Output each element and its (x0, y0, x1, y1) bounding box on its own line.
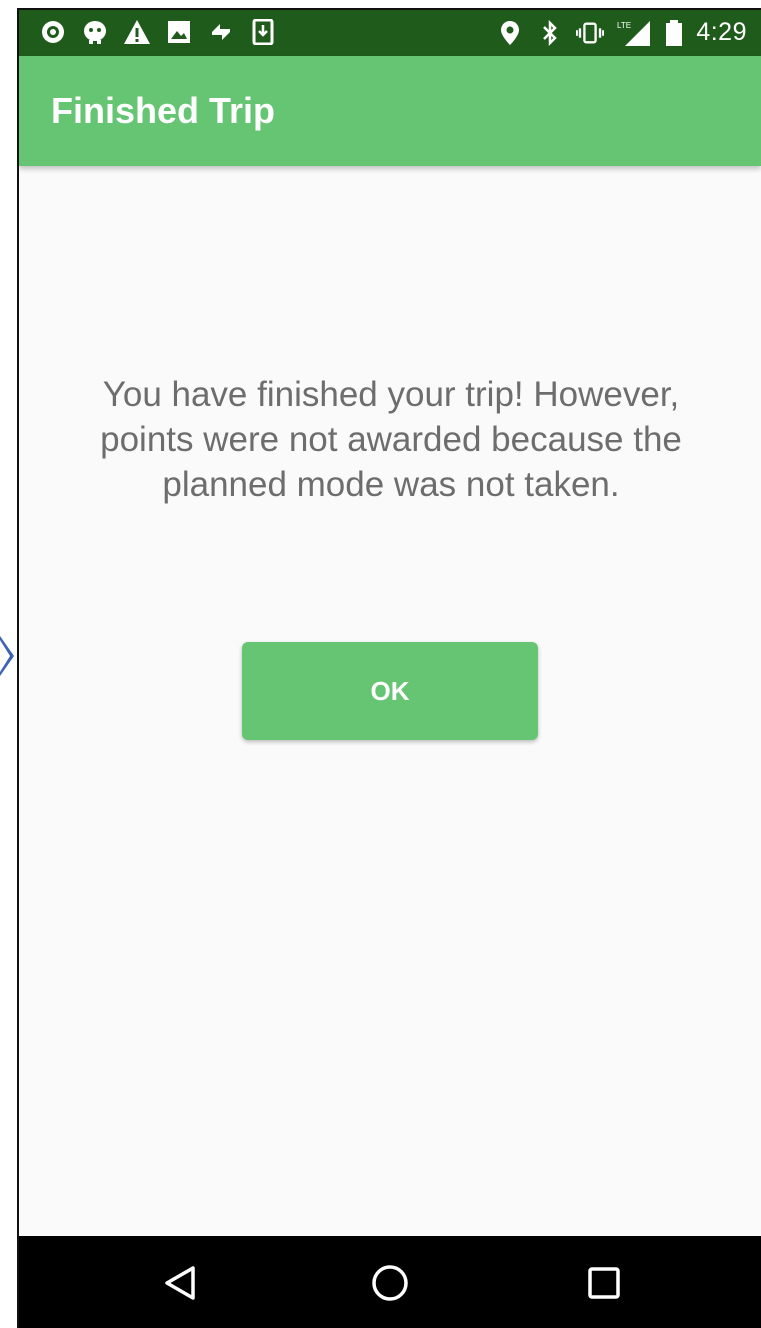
phone-screen: LTE 4:29 Finished Trip You have finished… (17, 8, 761, 1328)
ok-button[interactable]: OK (242, 642, 538, 740)
bluetooth-icon (536, 19, 564, 47)
download-icon (249, 18, 277, 46)
status-icons-left (39, 18, 277, 46)
battery-icon (664, 19, 684, 47)
lte-signal-icon: LTE (616, 19, 652, 47)
sync-icon (207, 18, 235, 46)
screenshot: LTE 4:29 Finished Trip You have finished… (0, 0, 761, 1328)
back-icon[interactable] (155, 1258, 205, 1308)
status-icons-right: LTE 4:29 (496, 18, 747, 47)
notification-b-icon (81, 18, 109, 46)
status-bar: LTE 4:29 (19, 10, 761, 56)
image-icon (165, 18, 193, 46)
app-bar: Finished Trip (19, 56, 761, 166)
home-icon[interactable] (365, 1258, 415, 1308)
recents-icon[interactable] (579, 1258, 629, 1308)
lte-label: LTE (617, 21, 631, 30)
warning-icon (123, 18, 151, 46)
page-title: Finished Trip (51, 90, 276, 131)
finished-trip-message: You have finished your trip! However, po… (100, 375, 682, 504)
notification-a-icon (39, 18, 67, 46)
navigation-bar (19, 1236, 761, 1328)
status-clock: 4:29 (696, 18, 747, 46)
location-icon (496, 19, 524, 47)
pointer-arrow-inner (0, 640, 10, 672)
vibrate-icon (576, 19, 605, 47)
